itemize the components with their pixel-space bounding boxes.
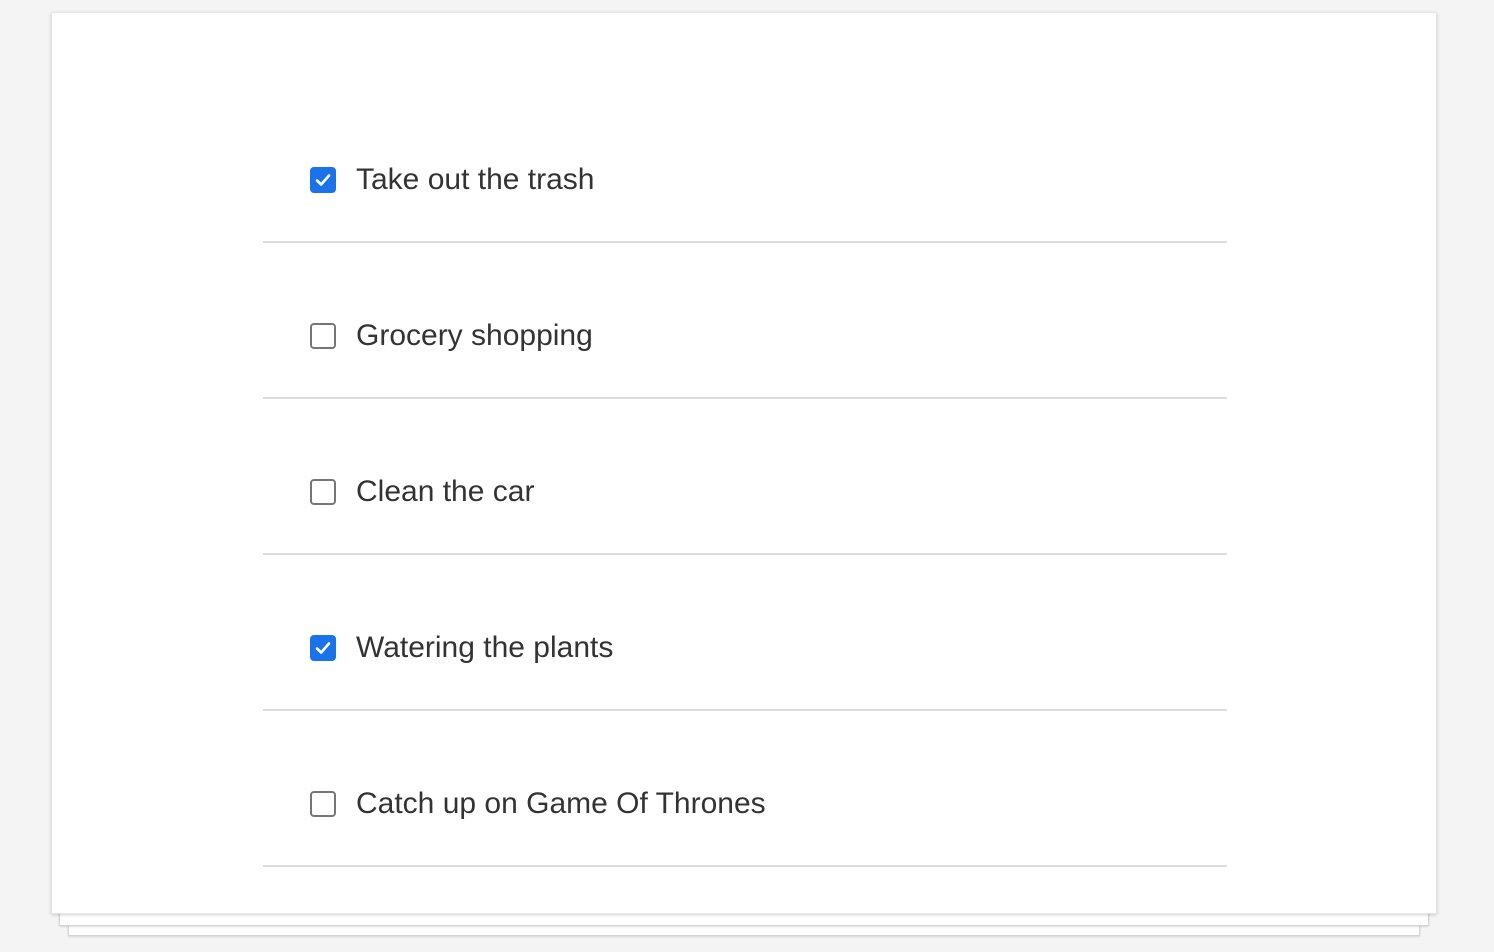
todo-row: Catch up on Game Of Thrones [310,789,766,819]
todo-item-watering-plants[interactable]: Watering the plants [263,555,1227,711]
checkmark-icon [315,642,331,654]
checkbox-clean-car[interactable] [310,479,336,505]
checkbox-take-out-trash[interactable] [310,167,336,193]
todo-row: Clean the car [310,477,534,507]
todo-label: Grocery shopping [356,319,593,352]
todo-row: Take out the trash [310,165,594,195]
todo-label: Watering the plants [356,631,614,664]
todo-item-clean-car[interactable]: Clean the car [263,399,1227,555]
todo-item-take-out-trash[interactable]: Take out the trash [263,87,1227,243]
todo-label: Take out the trash [356,163,595,196]
todo-item-game-of-thrones[interactable]: Catch up on Game Of Thrones [263,711,1227,867]
todo-card: Take out the trash Grocery shopping Clea… [51,12,1437,914]
todo-row: Watering the plants [310,633,613,663]
checkbox-watering-plants[interactable] [310,635,336,661]
todo-list: Take out the trash Grocery shopping Clea… [263,87,1227,867]
checkbox-grocery-shopping[interactable] [310,323,336,349]
todo-label: Clean the car [356,475,535,508]
todo-row: Grocery shopping [310,321,593,351]
todo-item-grocery-shopping[interactable]: Grocery shopping [263,243,1227,399]
todo-label: Catch up on Game Of Thrones [356,787,766,820]
checkmark-icon [315,174,331,186]
checkbox-game-of-thrones[interactable] [310,791,336,817]
